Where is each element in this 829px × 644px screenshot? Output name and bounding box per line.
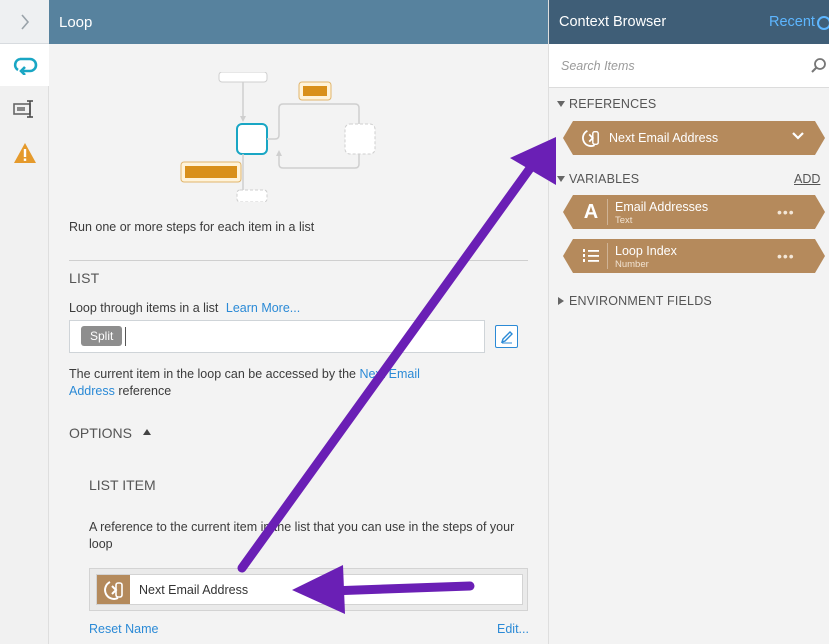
more-options-icon[interactable]: ••• — [777, 248, 795, 264]
edit-list-button[interactable] — [495, 325, 518, 348]
list-item-label: LIST ITEM — [89, 477, 156, 493]
step-header: Loop — [49, 0, 597, 44]
more-options-icon[interactable]: ••• — [777, 204, 795, 220]
variable-item-loop-index[interactable]: Loop Index Number ••• — [563, 239, 825, 273]
step-description: Run one or more steps for each item in a… — [69, 220, 315, 234]
edit-link[interactable]: Edit... — [497, 622, 529, 636]
reset-name-link[interactable]: Reset Name — [89, 622, 158, 636]
list-item-description: A reference to the current item in the l… — [89, 520, 515, 551]
search-input[interactable]: Search Items — [561, 59, 635, 73]
add-variable-link[interactable]: ADD — [794, 172, 820, 186]
separator — [607, 243, 608, 269]
recent-button[interactable]: Recent — [769, 14, 815, 30]
left-rail — [0, 0, 50, 644]
environment-fields-section-label[interactable]: ENVIRONMENT FIELDS — [569, 294, 712, 308]
expanded-triangle-icon[interactable] — [557, 176, 565, 182]
pencil-icon — [500, 330, 513, 343]
collapse-arrow-icon[interactable] — [143, 429, 151, 435]
warning-icon — [13, 143, 36, 163]
loop-step-tab[interactable] — [0, 44, 50, 86]
text-caret — [125, 327, 126, 346]
reference-icon — [581, 128, 601, 148]
context-browser-panel: Context Browser Recent Search Items REFE… — [548, 0, 829, 644]
expanded-triangle-icon[interactable] — [557, 101, 565, 107]
search-bar: Search Items — [549, 44, 829, 88]
variable-type: Number — [615, 259, 649, 270]
reference-icon — [97, 575, 130, 604]
current-item-text-before: The current item in the loop can be acce… — [69, 367, 360, 381]
context-browser-title: Context Browser — [559, 14, 667, 30]
app-window: Loop Run one or more steps for each item… — [0, 0, 829, 644]
label-step-tab[interactable] — [0, 88, 49, 130]
list-input[interactable]: Split — [69, 320, 485, 353]
numbered-list-icon — [581, 246, 601, 266]
chevron-right-icon — [20, 13, 29, 30]
warnings-tab[interactable] — [0, 132, 49, 174]
text-field-icon — [12, 100, 33, 118]
references-section-label[interactable]: REFERENCES — [569, 97, 656, 111]
chevron-down-icon[interactable] — [791, 131, 805, 141]
collapsed-triangle-icon[interactable] — [558, 297, 564, 305]
loop-icon — [13, 57, 37, 75]
variable-item-email-addresses[interactable]: A Email Addresses Text ••• — [563, 195, 825, 229]
page-title: Loop — [59, 14, 93, 31]
step-config-panel: Run one or more steps for each item in a… — [49, 44, 548, 644]
search-icon[interactable] — [811, 58, 827, 74]
current-item-text: The current item in the loop can be acce… — [69, 366, 449, 400]
clock-icon[interactable] — [817, 16, 829, 30]
reference-item-label: Next Email Address — [609, 131, 719, 145]
variable-name: Loop Index — [615, 244, 677, 258]
loop-through-text: Loop through items in a list — [69, 301, 219, 315]
text-icon: A — [583, 200, 599, 223]
list-item-reference-box: Next Email Address — [89, 568, 528, 611]
reference-item-next-email-address[interactable]: Next Email Address — [563, 121, 825, 155]
list-section-label: LIST — [69, 270, 100, 286]
split-chip[interactable]: Split — [81, 326, 123, 346]
variable-type: Text — [615, 215, 633, 226]
list-item-reference-field[interactable]: Next Email Address — [96, 574, 523, 605]
expand-rail-button[interactable] — [0, 0, 49, 44]
divider — [69, 260, 528, 261]
separator — [607, 199, 608, 225]
learn-more-link[interactable]: Learn More... — [226, 301, 300, 315]
loop-through-label: Loop through items in a list Learn More.… — [69, 301, 300, 315]
context-browser-header: Context Browser Recent — [549, 0, 829, 44]
loop-diagram-illustration — [180, 72, 376, 202]
options-toggle[interactable]: OPTIONS — [69, 425, 132, 441]
current-item-text-after: reference — [114, 384, 172, 398]
variable-name: Email Addresses — [615, 200, 709, 214]
variables-section-label[interactable]: VARIABLES — [569, 172, 639, 186]
reference-name: Next Email Address — [139, 583, 249, 597]
